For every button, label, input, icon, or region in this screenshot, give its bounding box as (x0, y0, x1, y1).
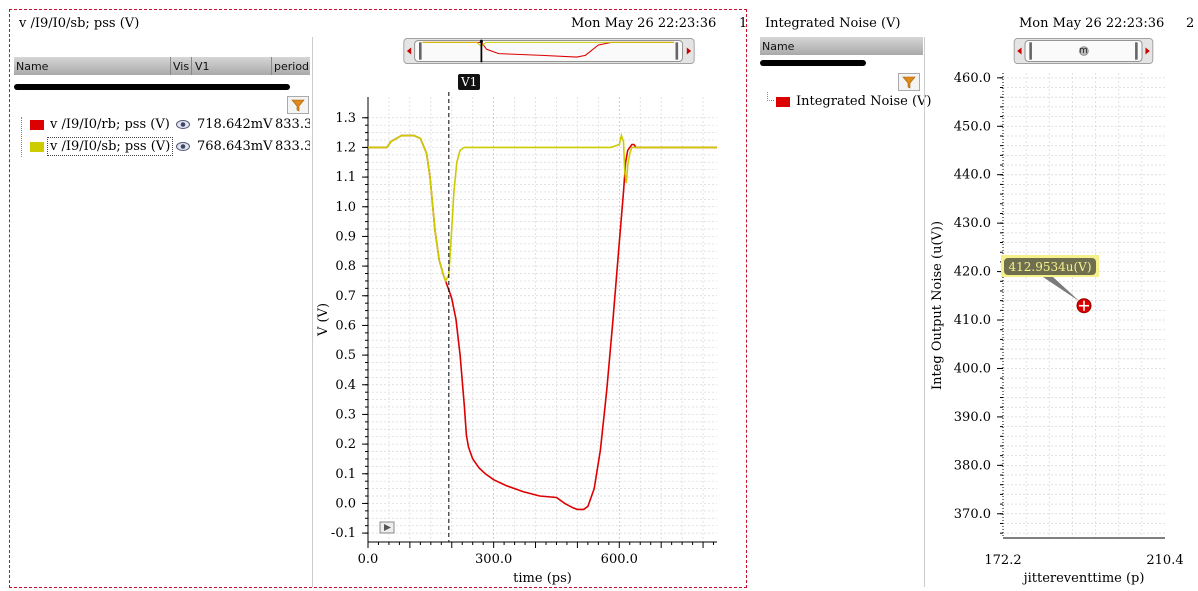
y-tick-label: 0.8 (335, 259, 356, 274)
signal-table-header: Name (760, 37, 923, 55)
y-tick-label: 450.0 (954, 119, 991, 134)
y-tick-label: 460.0 (954, 71, 991, 86)
eye-icon[interactable] (176, 120, 190, 129)
signal-table-header: Name Vis V1 period (14, 57, 310, 75)
series-v1-value: 718.642mV (197, 117, 273, 132)
table-scrollbar[interactable] (760, 60, 866, 66)
x-tick-label: 600.0 (601, 552, 638, 567)
series-v1-value: 768.643mV (197, 139, 273, 154)
y-tick-label: 1.0 (335, 200, 356, 215)
point-callout-label: 412.9534u(V) (1008, 260, 1091, 274)
play-icon (379, 521, 395, 534)
point-callout-pointer (1043, 277, 1080, 302)
marker-v1-label[interactable]: V1 (458, 74, 481, 90)
x-tick-label: 210.4 (1146, 553, 1183, 568)
y-tick-label: 420.0 (954, 265, 991, 280)
column-header-vis[interactable]: Vis (173, 60, 189, 73)
series-name: v /I9/I0/rb; pss (V) (50, 117, 170, 132)
table-row[interactable]: v /I9/I0/rb; pss (V) 718.642mV 833.3 (14, 114, 310, 134)
y-tick-label: 0.4 (335, 378, 356, 393)
scrollbar-grip-label: m (1079, 46, 1088, 56)
subwindow-title: v /I9/I0/sb; pss (V) (19, 16, 140, 31)
noise-chart[interactable]: 460.0 450.0 440.0 430.0 420.0 410.0 400.0 390.0… (925, 68, 1193, 588)
series-period-value: 833.3 (275, 139, 310, 154)
column-header-name[interactable]: Name (16, 60, 48, 73)
y-tick-label: 0.2 (335, 437, 356, 452)
y-tick-label: 0.9 (335, 229, 356, 244)
list-item[interactable]: Integrated Noise (V) (760, 92, 931, 112)
x-tick-label: 172.2 (984, 553, 1021, 568)
y-axis-label: Integ Output Noise (u(V)) (930, 221, 945, 390)
y-tick-label: 0.7 (335, 289, 356, 304)
y-tick-label: 0.3 (335, 407, 356, 422)
y-tick-label: 0.0 (335, 496, 356, 511)
eye-icon[interactable] (176, 142, 190, 151)
y-tick-label: 400.0 (954, 361, 991, 376)
y-tick-label: 1.1 (335, 170, 356, 185)
overview-scrollbar[interactable] (381, 38, 717, 64)
subwindow-index: 1 (739, 16, 748, 31)
y-tick-label: 1.3 (335, 111, 356, 126)
y-tick-label: 430.0 (954, 216, 991, 231)
subwindow-title: Integrated Noise (V) (765, 16, 901, 31)
y-tick-label: -0.1 (331, 526, 356, 541)
x-tick-label: 0.0 (358, 552, 379, 567)
y-tick-label: 410.0 (954, 313, 991, 328)
series-color-swatch (30, 142, 44, 152)
data-point (1076, 298, 1092, 314)
waveform-chart[interactable]: 1.3 1.2 1.1 1.0 0.9 0.8 0.7 0.6 0.5 0.4 0.3 0.2 0.1 0… (313, 92, 745, 588)
y-tick-label: 1.2 (335, 140, 356, 155)
column-header-v1[interactable]: V1 (195, 60, 210, 73)
y-tick-label: 440.0 (954, 168, 991, 183)
subwindow-datetime: Mon May 26 22:23:36 (571, 16, 717, 31)
table-scrollbar[interactable] (14, 84, 290, 90)
y-tick-label: 390.0 (954, 410, 991, 425)
y-axis-label: V (V) (316, 303, 331, 337)
y-tick-label: 0.5 (335, 348, 356, 363)
x-axis-label: jittereventtime (p) (1022, 571, 1145, 586)
filter-icon[interactable] (898, 73, 920, 91)
series-color-swatch (30, 120, 44, 130)
series-color-swatch (776, 97, 790, 107)
y-tick-label: 370.0 (954, 507, 991, 522)
y-tick-label: 380.0 (954, 458, 991, 473)
x-tick-label: 300.0 (475, 552, 512, 567)
column-header-period[interactable]: period (274, 60, 309, 73)
series-period-value: 833.3 (275, 117, 310, 132)
series-line-v-i9-i0-sb-pss-v- (368, 132, 717, 283)
subwindow-datetime: Mon May 26 22:23:36 (1019, 16, 1165, 31)
series-name: Integrated Noise (V) (796, 94, 932, 109)
filter-icon[interactable] (287, 96, 309, 114)
y-tick-label: 0.6 (335, 318, 356, 333)
subwindow-index: 2 (1186, 16, 1195, 31)
x-axis-label: time (ps) (513, 571, 572, 586)
y-tick-label: 0.1 (335, 467, 356, 482)
table-row[interactable]: v /I9/I0/sb; pss (V) 768.643mV 833.3 (14, 136, 310, 156)
series-name: v /I9/I0/sb; pss (V) (47, 137, 174, 156)
column-header-name[interactable]: Name (762, 40, 794, 53)
